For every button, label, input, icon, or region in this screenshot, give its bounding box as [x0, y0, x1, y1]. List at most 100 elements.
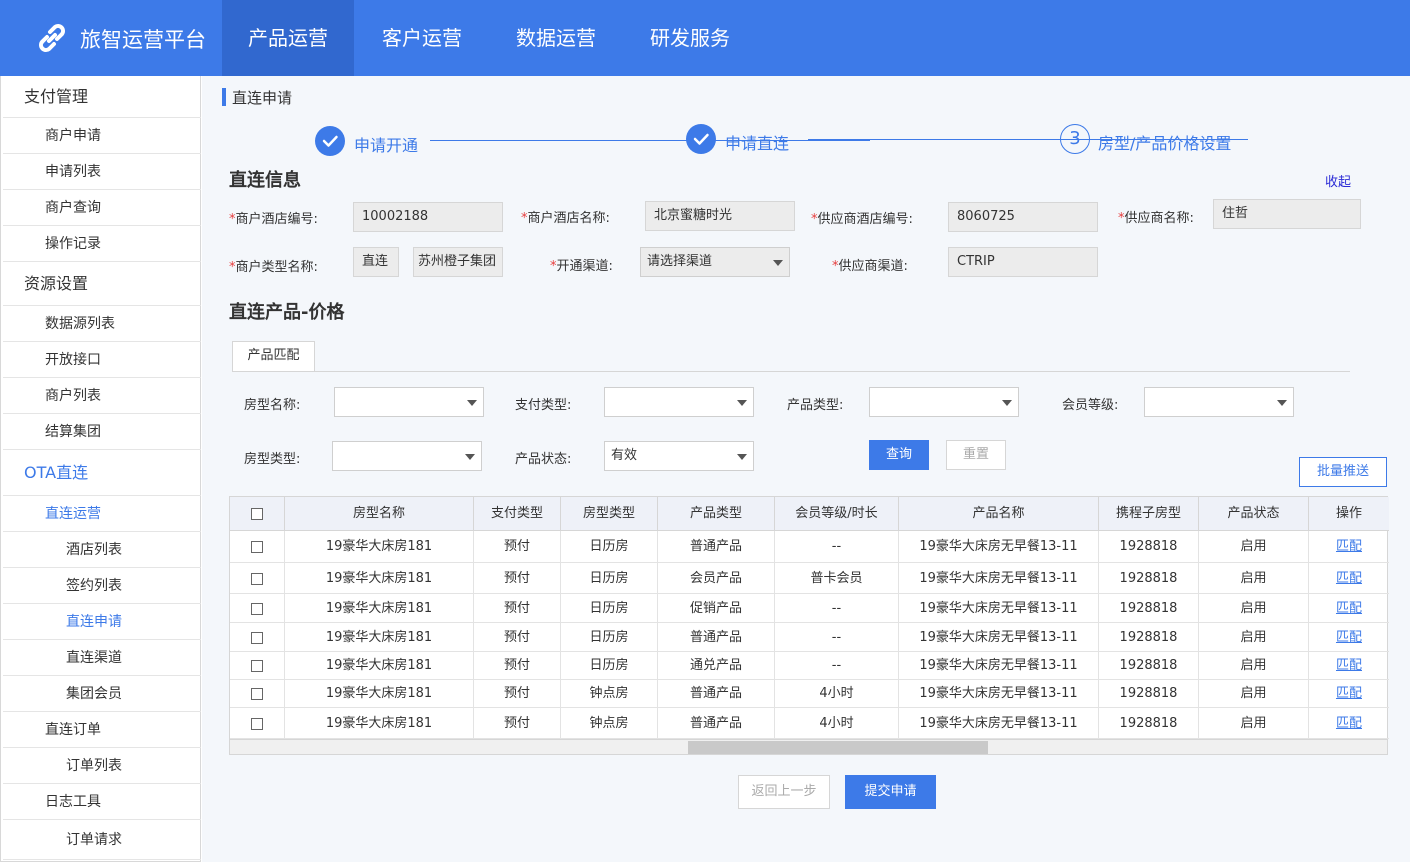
sidebar-item[interactable]: 商户申请: [3, 118, 201, 154]
reset-button[interactable]: 重置: [946, 440, 1006, 470]
merchant-type-field: 直连: [353, 247, 399, 277]
table-cell: --: [775, 594, 899, 623]
supplier-channel-label: *供应商渠道:: [832, 259, 908, 274]
product-status-label: 产品状态:: [515, 452, 572, 467]
channel-select[interactable]: 请选择渠道: [640, 247, 790, 277]
row-checkbox[interactable]: [230, 623, 285, 652]
member-level-select[interactable]: [1144, 387, 1294, 417]
sidebar-item[interactable]: 酒店列表: [3, 532, 201, 568]
back-button[interactable]: 返回上一步: [738, 775, 830, 809]
table-cell: 启用: [1199, 623, 1309, 652]
match-link[interactable]: 匹配: [1309, 652, 1389, 680]
product-status-select[interactable]: 有效: [604, 441, 754, 471]
tab-product-match[interactable]: 产品匹配: [232, 341, 315, 371]
product-type-select[interactable]: [869, 387, 1019, 417]
table-header: 操作: [1309, 497, 1389, 531]
channel-label: *开通渠道:: [550, 259, 613, 274]
step-1-label: 申请开通: [354, 136, 419, 155]
sidebar-item[interactable]: 开放接口: [3, 342, 201, 378]
table-header: 支付类型: [474, 497, 561, 531]
member-level-label: 会员等级:: [1062, 398, 1119, 413]
sidebar-item[interactable]: 直连运营: [3, 496, 201, 532]
table-header: 携程子房型: [1099, 497, 1199, 531]
sidebar-item[interactable]: 日志工具: [3, 784, 201, 820]
table-cell: 1928818: [1099, 652, 1199, 680]
submit-button[interactable]: 提交申请: [845, 775, 936, 809]
sidebar: 支付管理 商户申请 申请列表 商户查询 操作记录 资源设置 数据源列表 开放接口 商户列表 结算集…: [0, 76, 201, 862]
row-checkbox[interactable]: [230, 652, 285, 680]
match-link[interactable]: 匹配: [1309, 531, 1389, 563]
horizontal-scrollbar[interactable]: [229, 739, 1388, 755]
table-cell: 19豪华大床房181: [285, 623, 474, 652]
sidebar-item[interactable]: 结算集团: [3, 414, 201, 450]
chevron-down-icon: [465, 454, 475, 460]
scrollbar-thumb[interactable]: [688, 741, 988, 754]
check-icon: [315, 126, 345, 156]
nav-customer-ops[interactable]: 客户运营: [357, 0, 487, 76]
row-checkbox[interactable]: [230, 531, 285, 563]
sidebar-item[interactable]: 集团会员: [3, 676, 201, 712]
table-cell: 预付: [474, 652, 561, 680]
sidebar-item[interactable]: 直连订单: [3, 712, 201, 748]
table-cell: 1928818: [1099, 563, 1199, 594]
query-button[interactable]: 查询: [869, 440, 929, 470]
sidebar-item[interactable]: 操作记录: [3, 226, 201, 262]
supplier-hotel-code-field: 8060725: [948, 202, 1098, 232]
match-link[interactable]: 匹配: [1309, 680, 1389, 708]
top-navbar: 旅智运营平台 产品运营 客户运营 数据运营 研发服务: [0, 0, 1410, 76]
table-cell: 通兑产品: [658, 652, 775, 680]
table-cell: 日历房: [561, 623, 658, 652]
table-cell: 4小时: [775, 708, 899, 739]
sidebar-item[interactable]: 直连申请: [3, 604, 201, 640]
sidebar-item[interactable]: 订单列表: [3, 748, 201, 784]
table-cell: 19豪华大床房181: [285, 652, 474, 680]
match-link[interactable]: 匹配: [1309, 708, 1389, 739]
room-type-select[interactable]: [332, 441, 482, 471]
match-link[interactable]: 匹配: [1309, 594, 1389, 623]
hotel-code-label: *商户酒店编号:: [229, 212, 318, 227]
table-cell: 启用: [1199, 563, 1309, 594]
sidebar-item[interactable]: 数据源列表: [3, 306, 201, 342]
match-link[interactable]: 匹配: [1309, 563, 1389, 594]
row-checkbox[interactable]: [230, 680, 285, 708]
nav-dev-service[interactable]: 研发服务: [625, 0, 755, 76]
row-checkbox[interactable]: [230, 594, 285, 623]
nav-product-ops[interactable]: 产品运营: [222, 0, 354, 76]
table-cell: 日历房: [561, 652, 658, 680]
row-checkbox[interactable]: [230, 708, 285, 739]
table-cell: 19豪华大床房181: [285, 680, 474, 708]
table-cell: 19豪华大床房无早餐13-11: [899, 623, 1099, 652]
sidebar-item[interactable]: 商户查询: [3, 190, 201, 226]
sidebar-item[interactable]: 资源设置: [3, 262, 201, 306]
table-cell: 19豪华大床房无早餐13-11: [899, 531, 1099, 563]
chevron-down-icon: [737, 400, 747, 406]
room-name-select[interactable]: [334, 387, 484, 417]
supplier-channel-field: CTRIP: [948, 247, 1098, 277]
table-cell: 19豪华大床房无早餐13-11: [899, 708, 1099, 739]
table-cell: 19豪华大床房无早餐13-11: [899, 680, 1099, 708]
table-header: 产品名称: [899, 497, 1099, 531]
select-all-checkbox[interactable]: [230, 497, 285, 531]
table-cell: 19豪华大床房181: [285, 531, 474, 563]
room-name-label: 房型名称:: [244, 398, 301, 413]
tab-divider: [232, 371, 1350, 372]
table-cell: 启用: [1199, 594, 1309, 623]
sidebar-item[interactable]: 支付管理: [3, 76, 201, 118]
sidebar-item[interactable]: OTA直连: [3, 450, 201, 496]
nav-data-ops[interactable]: 数据运营: [491, 0, 621, 76]
sidebar-item[interactable]: 订单请求: [3, 820, 201, 860]
supplier-hotel-code-label: *供应商酒店编号:: [811, 212, 913, 227]
batch-push-button[interactable]: 批量推送: [1299, 457, 1387, 487]
sidebar-item[interactable]: 申请列表: [3, 154, 201, 190]
sidebar-item[interactable]: 签约列表: [3, 568, 201, 604]
sidebar-item[interactable]: 商户列表: [3, 378, 201, 414]
table-cell: 预付: [474, 531, 561, 563]
match-link[interactable]: 匹配: [1309, 623, 1389, 652]
breadcrumb: 直连申请: [232, 89, 293, 107]
hotel-name-field: 北京蜜糖时光: [645, 201, 795, 231]
row-checkbox[interactable]: [230, 563, 285, 594]
collapse-link[interactable]: 收起: [1325, 171, 1351, 190]
sidebar-item[interactable]: 直连渠道: [3, 640, 201, 676]
step-3-number: 3: [1060, 124, 1090, 154]
pay-type-select[interactable]: [604, 387, 754, 417]
